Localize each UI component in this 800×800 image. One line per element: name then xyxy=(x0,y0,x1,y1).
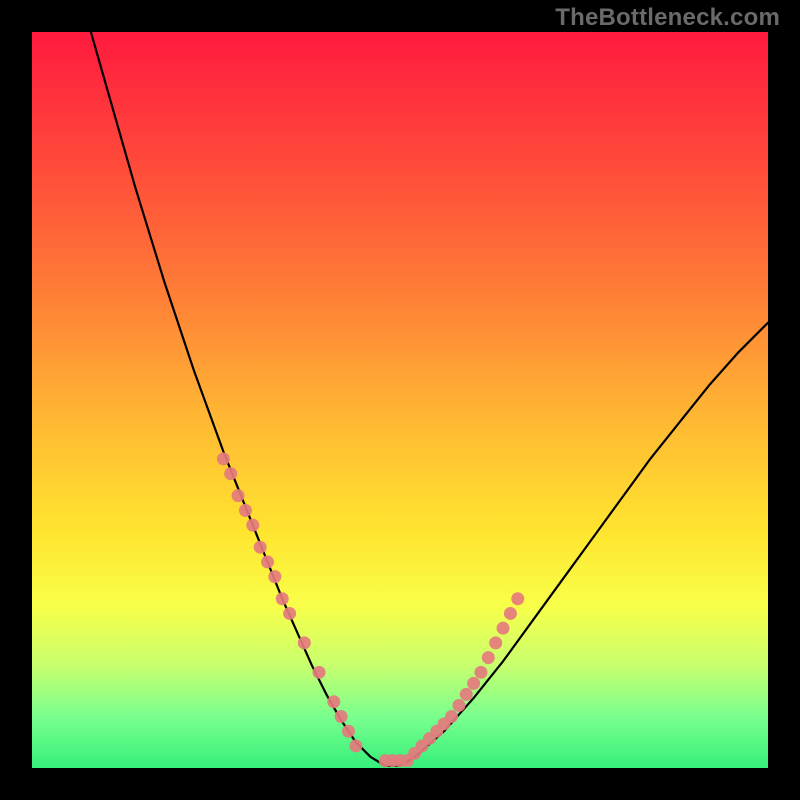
dots-right-upper xyxy=(482,592,524,664)
dots-left xyxy=(217,452,362,752)
plot-area xyxy=(32,32,768,768)
dots-right xyxy=(379,666,488,767)
chart-frame: TheBottleneck.com xyxy=(0,0,800,800)
chart-svg xyxy=(32,32,768,768)
attribution-text: TheBottleneck.com xyxy=(555,4,780,32)
curve-main xyxy=(91,32,768,766)
